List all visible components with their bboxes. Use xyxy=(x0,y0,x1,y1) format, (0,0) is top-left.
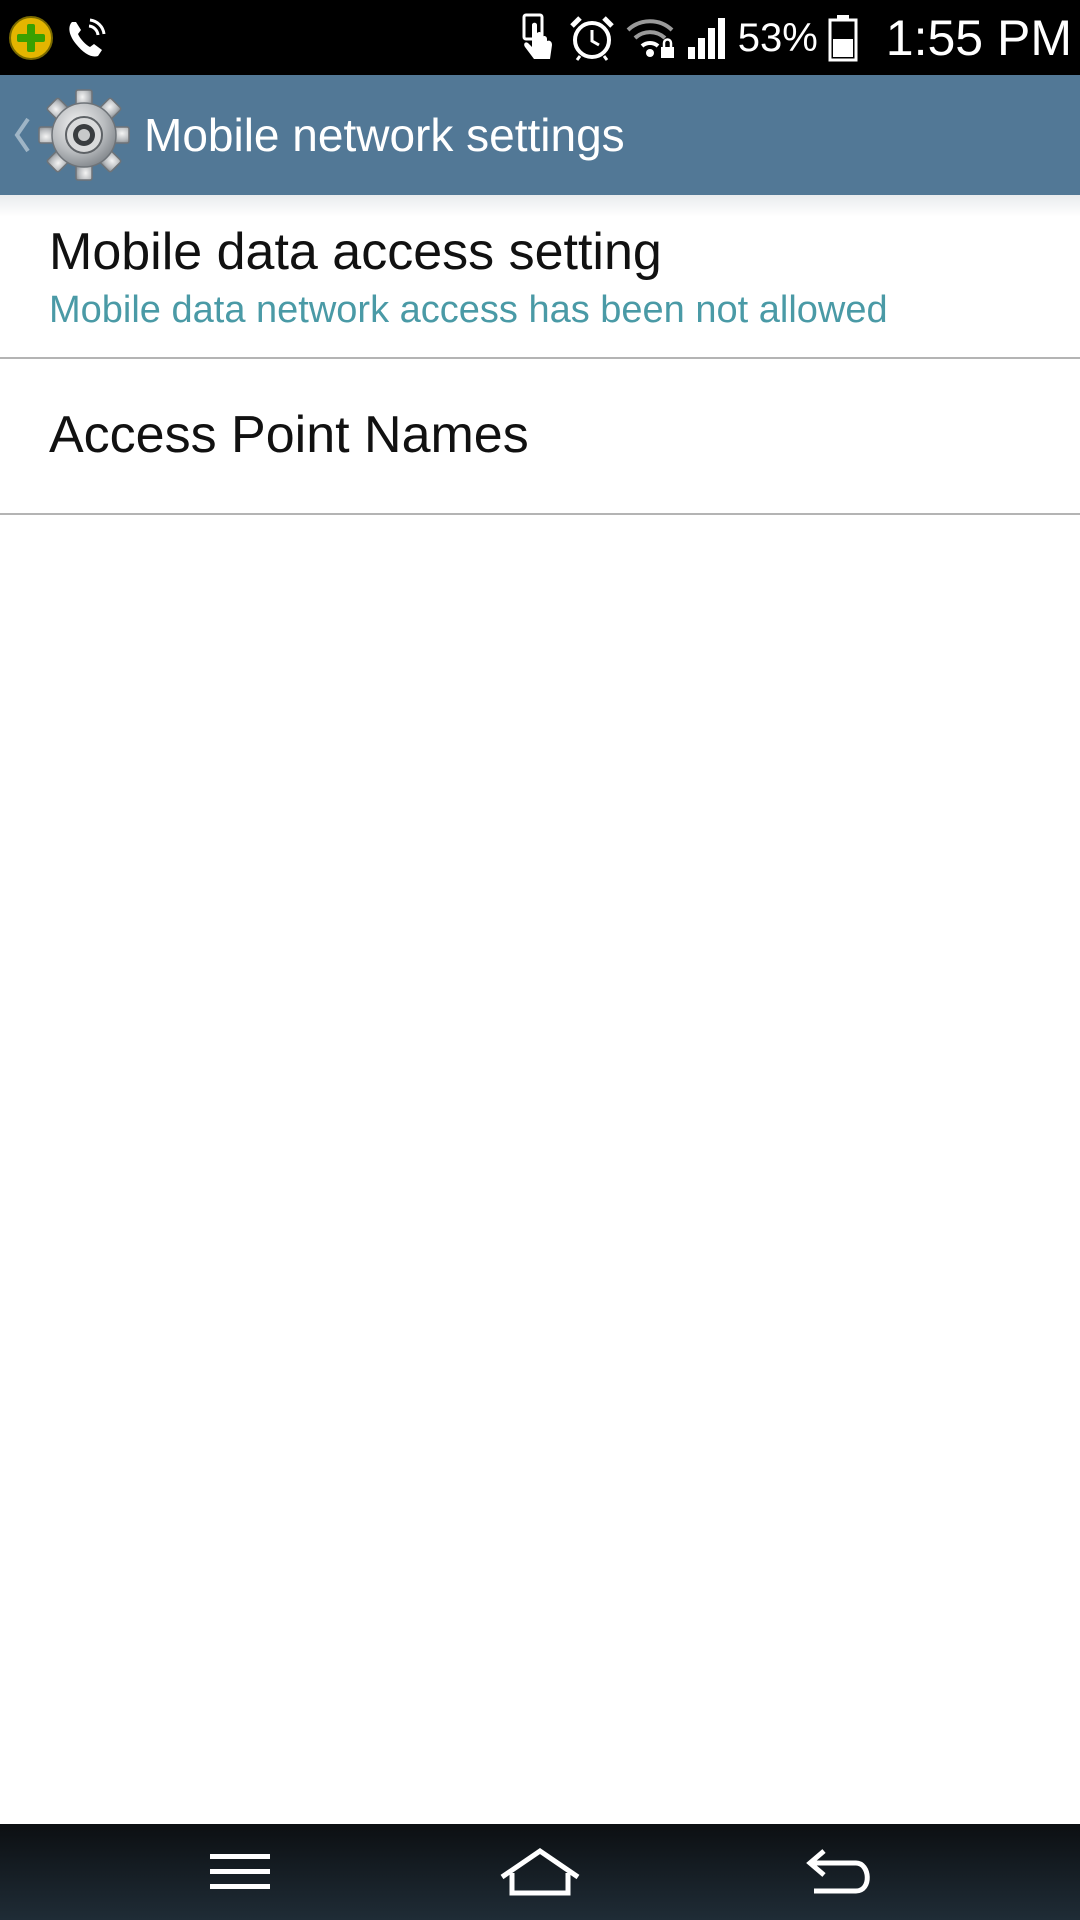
action-bar-title: Mobile network settings xyxy=(144,109,625,161)
settings-list: Mobile data access setting Mobile data n… xyxy=(0,195,1080,515)
navigation-bar xyxy=(0,1824,1080,1920)
up-chevron-icon[interactable] xyxy=(12,115,34,155)
status-clock: 1:55 PM xyxy=(885,9,1072,66)
back-icon[interactable] xyxy=(770,1824,910,1920)
action-bar: Mobile network settings xyxy=(0,75,1080,195)
mobile-data-access-setting-summary: Mobile data network access has been not … xyxy=(49,288,888,331)
wifi-locked-icon xyxy=(626,16,676,60)
battery-percent: 53% xyxy=(737,15,818,60)
alarm-clock-icon xyxy=(568,14,616,62)
status-right-icons: 53% 1:55 PM xyxy=(518,0,1072,75)
mobile-data-access-setting-title: Mobile data access setting xyxy=(49,223,662,281)
access-point-names-title: Access Point Names xyxy=(49,406,529,465)
battery-icon xyxy=(828,14,858,62)
touch-icon xyxy=(518,13,558,63)
status-left-icons xyxy=(8,12,110,64)
mobile-data-access-setting-item[interactable]: Mobile data access setting Mobile data n… xyxy=(0,195,1080,359)
status-bar: 53% 1:55 PM xyxy=(0,0,1080,75)
settings-gear-icon[interactable] xyxy=(36,87,132,183)
cell-signal-icon xyxy=(686,15,728,61)
home-icon[interactable] xyxy=(470,1824,610,1920)
phone-call-icon xyxy=(62,14,110,62)
menu-icon[interactable] xyxy=(170,1824,310,1920)
app-notification-icon xyxy=(8,15,54,61)
access-point-names-item[interactable]: Access Point Names xyxy=(0,359,1080,515)
